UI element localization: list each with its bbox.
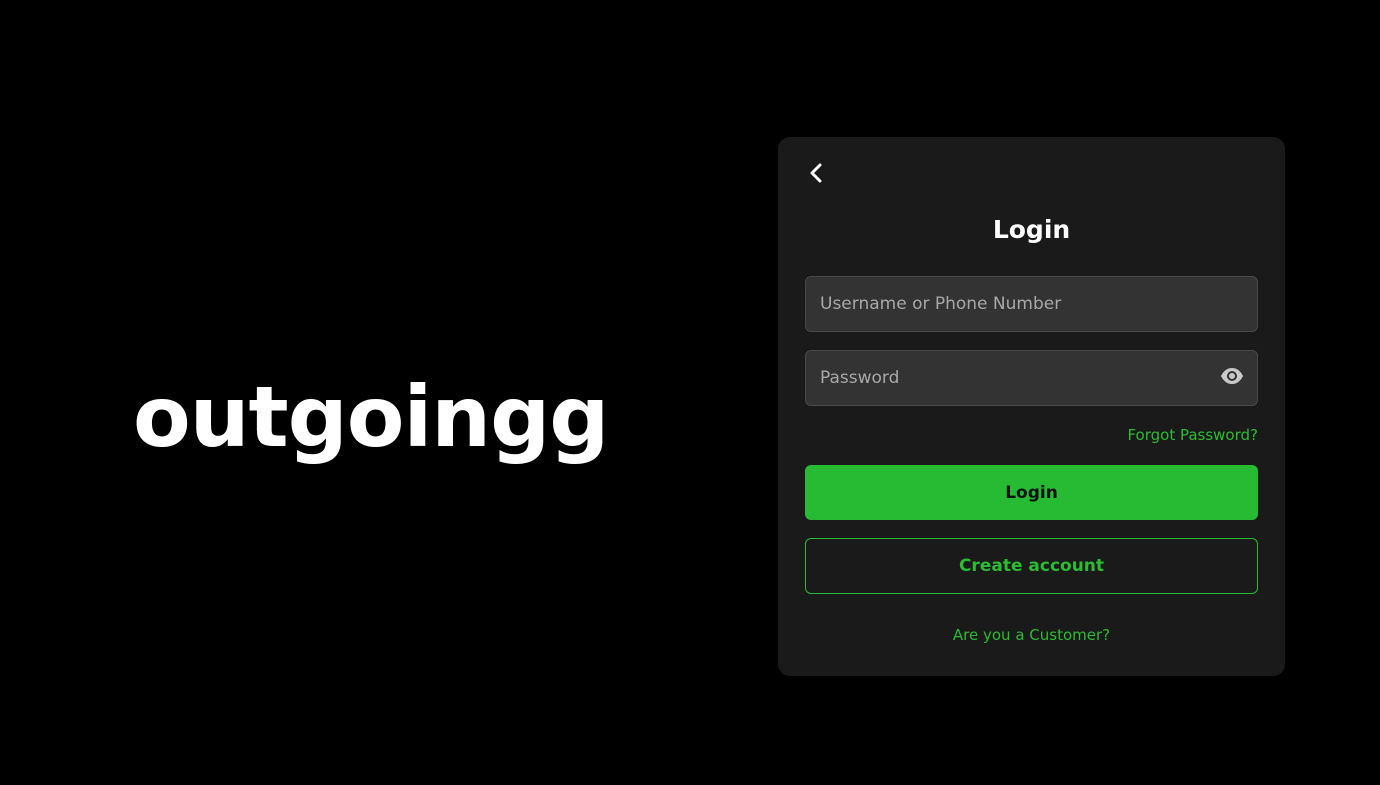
username-input[interactable]	[806, 277, 1257, 331]
login-button[interactable]: Login	[805, 465, 1258, 520]
create-account-button[interactable]: Create account	[805, 538, 1258, 594]
back-button[interactable]	[804, 161, 828, 189]
password-field	[805, 350, 1258, 406]
forgot-password-link[interactable]: Forgot Password?	[1127, 426, 1258, 444]
login-card: Login Forgot Password? Login Create acco…	[778, 137, 1285, 676]
password-visibility-toggle[interactable]	[1219, 366, 1245, 390]
page-title: Login	[992, 215, 1071, 244]
username-field	[805, 276, 1258, 332]
chevron-left-icon	[809, 162, 823, 188]
password-input[interactable]	[806, 351, 1257, 405]
eye-icon	[1220, 367, 1244, 389]
brand-logo-text: outgoingg	[133, 368, 609, 466]
login-page: outgoingg Login Username or Phone Number…	[0, 0, 1380, 785]
customer-link[interactable]: Are you a Customer?	[778, 626, 1285, 644]
